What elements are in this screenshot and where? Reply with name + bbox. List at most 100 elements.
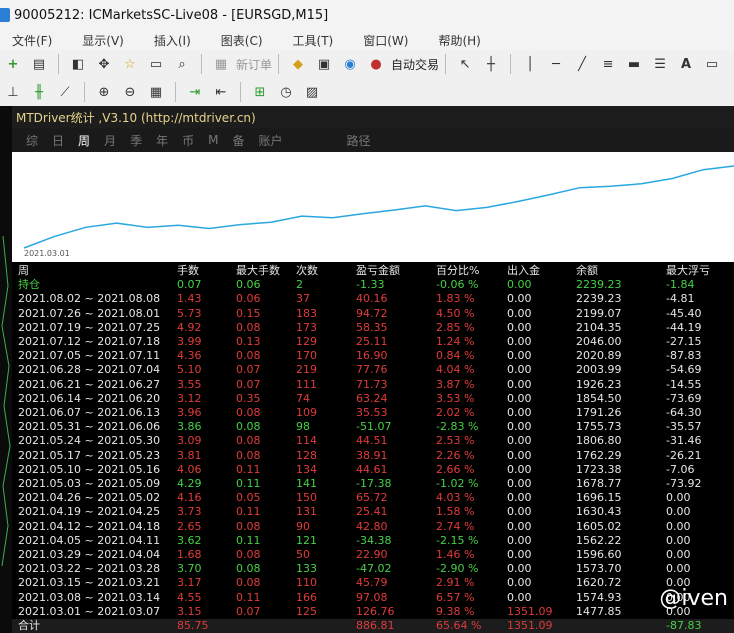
cell-deposit: 0.00 (507, 434, 532, 448)
line-chart-icon[interactable]: ⟋ (55, 81, 75, 103)
tab-currency[interactable]: 币 (182, 132, 194, 149)
menu-window[interactable]: 窗口(W) (363, 32, 408, 49)
favorites-icon[interactable]: ☆ (120, 53, 140, 75)
menu-chart[interactable]: 图表(C) (221, 32, 263, 49)
crosshair-nav-icon[interactable]: ✥ (94, 53, 114, 75)
menu-view[interactable]: 显示(V) (82, 32, 124, 49)
tab-account[interactable]: 账户 (258, 132, 282, 149)
cell-count: 141 (296, 477, 317, 490)
cell-week: 2021.06.14 ~ 2021.06.20 (18, 391, 161, 405)
zoom-out-icon[interactable]: ⊖ (120, 81, 140, 103)
cell-deposit: 0.00 (507, 462, 532, 476)
header-balance: 余额 (576, 264, 598, 277)
text-tool-icon[interactable]: A (676, 53, 696, 75)
cell-pnl: 25.41 (356, 505, 388, 519)
bar-chart-icon[interactable]: ⊥ (3, 81, 23, 103)
cell-count: 90 (296, 519, 310, 533)
menu-tools[interactable]: 工具(T) (293, 32, 334, 49)
cell-count: 128 (296, 448, 317, 462)
cell-week: 2021.07.26 ~ 2021.08.01 (18, 306, 161, 320)
cursor-icon[interactable]: ↖ (455, 53, 475, 75)
cell-balance: 2020.89 (576, 349, 622, 363)
menu-insert[interactable]: 插入(I) (154, 32, 191, 49)
metaeditor-icon[interactable]: ◆ (288, 53, 308, 75)
vertical-line-icon[interactable]: │ (520, 53, 540, 75)
cell-balance: 1562.22 (576, 533, 622, 547)
cell-week: 2021.05.10 ~ 2021.05.16 (18, 462, 161, 476)
tab-day[interactable]: 日 (52, 132, 64, 149)
auto-trading-icon[interactable]: ● (366, 53, 386, 75)
total-pnl: 886.81 (356, 619, 395, 632)
total-lots: 85.75 (177, 619, 209, 632)
horizontal-line-icon[interactable]: ─ (546, 53, 566, 75)
terminal-icon[interactable]: ▭ (146, 53, 166, 75)
indicators-icon[interactable]: ⊞ (250, 81, 270, 103)
auto-trading-button[interactable]: 自动交易 (391, 56, 439, 73)
cell-pct: 4.50 % (436, 306, 475, 320)
tile-windows-icon[interactable]: ▦ (146, 81, 166, 103)
cell-lots: 3.12 (177, 391, 202, 405)
trend-line-icon[interactable]: ╱ (572, 53, 592, 75)
header-max_lots: 最大手数 (236, 264, 280, 277)
cell-pct: 4.03 % (436, 491, 475, 505)
rectangle-icon[interactable]: ▬ (624, 53, 644, 75)
cell-count: 125 (296, 604, 317, 618)
zoom-in-icon[interactable]: ⊕ (94, 81, 114, 103)
cell-max_lots: 0.11 (236, 505, 261, 519)
tab-year[interactable]: 年 (156, 132, 168, 149)
tab-week[interactable]: 周 (78, 132, 90, 149)
cell-pnl: 38.91 (356, 448, 388, 462)
cell-week: 2021.03.08 ~ 2021.03.14 (18, 590, 161, 604)
cell-pnl: -17.38 (356, 477, 392, 490)
autoscroll-icon[interactable]: ⇥ (185, 81, 205, 103)
candlestick-icon[interactable]: ╫ (29, 81, 49, 103)
label-tool-icon[interactable]: ▭ (702, 53, 722, 75)
cell-deposit: 0.00 (507, 406, 532, 419)
tab-month[interactable]: 月 (104, 132, 116, 149)
tab-path[interactable]: 路径 (347, 132, 371, 149)
cell-deposit: 0.00 (507, 562, 532, 576)
menu-file[interactable]: 文件(F) (12, 32, 52, 49)
strategy-tester-icon[interactable]: ⌕ (172, 53, 192, 75)
chart-shift-icon[interactable]: ⇤ (211, 81, 231, 103)
crosshair-icon[interactable]: ┼ (481, 53, 501, 75)
tab-quarter[interactable]: 季 (130, 132, 142, 149)
table-row: 2021.06.14 ~ 2021.06.20 3.12 0.35 74 63.24 3.… (12, 392, 734, 406)
cell-max_lots: 0.08 (236, 420, 261, 434)
signals-icon[interactable]: ▣ (314, 53, 334, 75)
cell-pnl: 16.90 (356, 349, 388, 363)
cell-max_dd: -35.57 (666, 420, 702, 434)
grid-lines-icon[interactable]: ☰ (650, 53, 670, 75)
tab-magic[interactable]: M (208, 133, 218, 147)
menu-help[interactable]: 帮助(H) (438, 32, 480, 49)
cell-balance: 1477.85 (576, 604, 622, 618)
cell-pct: 2.74 % (436, 519, 475, 533)
radio-icon[interactable]: ◉ (340, 53, 360, 75)
cell-lots: 3.70 (177, 562, 202, 576)
mtdriver-stats-panel: MTDriver统计 ,V3.10 (http://mtdriver.cn) 综… (12, 106, 734, 633)
cell-pnl: 63.24 (356, 391, 388, 405)
fibonacci-icon[interactable]: ≡ (598, 53, 618, 75)
cell-lots: 4.36 (177, 349, 202, 363)
cell-lots: 3.81 (177, 448, 202, 462)
new-order-icon[interactable]: ▦ (211, 53, 231, 75)
table-row: 2021.05.10 ~ 2021.05.16 4.06 0.11 134 44.61 2… (12, 463, 734, 477)
periods-icon[interactable]: ◷ (276, 81, 296, 103)
tab-notes[interactable]: 备 (232, 132, 244, 149)
new-chart-icon[interactable]: + (3, 53, 23, 75)
cell-max_dd: -64.30 (666, 406, 702, 419)
cell-deposit: 0.00 (507, 292, 532, 306)
total-deposit: 1351.09 (507, 619, 553, 632)
profiles-icon[interactable]: ▤ (29, 53, 49, 75)
cell-lots: 3.99 (177, 335, 202, 348)
market-watch-icon[interactable]: ◧ (68, 53, 88, 75)
new-order-button[interactable]: 新订单 (236, 56, 272, 73)
cell-max_lots: 0.13 (236, 335, 261, 348)
tab-summary[interactable]: 综 (26, 132, 38, 149)
templates-icon[interactable]: ▨ (302, 81, 322, 103)
cell-week: 2021.03.22 ~ 2021.03.28 (18, 562, 161, 576)
cell-balance: 2239.23 (576, 292, 622, 306)
table-row: 2021.06.07 ~ 2021.06.13 3.96 0.08 109 35.53 2… (12, 406, 734, 420)
table-row: 2021.07.05 ~ 2021.07.11 4.36 0.08 170 16.90 0… (12, 349, 734, 363)
cell-pnl: 22.90 (356, 548, 388, 561)
